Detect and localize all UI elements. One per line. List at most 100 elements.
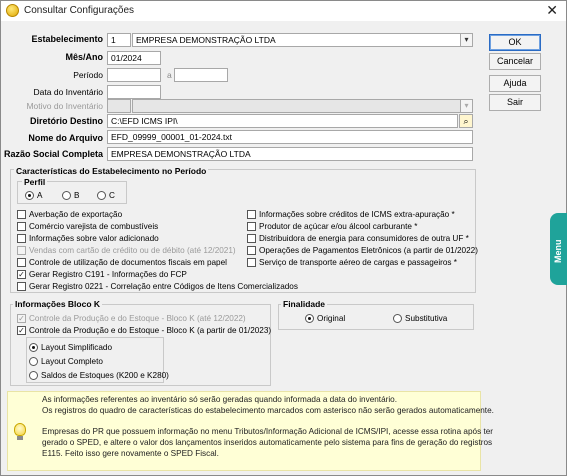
finalidade-title: Finalidade [281, 299, 328, 309]
periodo-label: Período [73, 70, 103, 80]
checkbox-icon [247, 210, 256, 219]
periodo-to-field[interactable] [174, 68, 228, 82]
estabelecimento-label: Estabelecimento [31, 34, 103, 44]
checkmark-icon: ✓ [17, 314, 26, 323]
radio-selected-icon [29, 343, 38, 352]
checkbox-label: Serviço de transporte aéreo de cargas e … [259, 258, 457, 267]
checkmark-icon: ✓ [17, 326, 26, 335]
checkbox-label: Informações sobre valor adicionado [29, 234, 159, 243]
radio-finalidade-original[interactable]: Original [305, 313, 345, 324]
razao-social-field[interactable]: EMPRESA DEMONSTRAÇÃO LTDA [107, 147, 473, 161]
checkbox-icon [17, 282, 26, 291]
ajuda-button[interactable]: Ajuda [489, 75, 541, 92]
estabelecimento-code-field[interactable]: 1 [107, 33, 131, 47]
info-line-1: As informações referentes ao inventário … [42, 395, 398, 404]
radio-label: Saldos de Estoques (K200 e K280) [41, 371, 169, 380]
data-inventario-field[interactable] [107, 85, 161, 99]
radio-unselected-icon [393, 314, 402, 323]
lightbulb-base [17, 436, 23, 440]
radio-layout-simplificado[interactable]: Layout Simplificado [29, 342, 112, 353]
radio-unselected-icon [29, 371, 38, 380]
radio-saldos-estoques[interactable]: Saldos de Estoques (K200 e K280) [29, 370, 169, 381]
app-coin-icon [6, 4, 19, 17]
perfil-label: Perfil [22, 177, 48, 187]
nome-arquivo-field[interactable]: EFD_09999_00001_01-2024.txt [107, 130, 473, 144]
close-icon[interactable]: ✕ [546, 2, 558, 18]
periodo-from-field[interactable] [107, 68, 161, 82]
info-line-2: Os registros do quadro de característica… [42, 406, 494, 415]
checkbox-label: Gerar Registro C191 - Informações do FCP [29, 270, 187, 279]
checkbox-label: Controle da Produção e do Estoque - Bloc… [29, 326, 272, 335]
window-title: Consultar Configurações [24, 5, 135, 16]
mes-ano-field[interactable]: 01/2024 [107, 51, 161, 65]
checkbox-icon [247, 222, 256, 231]
radio-unselected-icon [62, 191, 71, 200]
checkbox-registro-c191[interactable]: ✓ Gerar Registro C191 - Informações do FC… [17, 269, 187, 280]
radio-label: Substitutiva [405, 314, 448, 323]
radio-selected-icon [305, 314, 314, 323]
radio-finalidade-substitutiva[interactable]: Substitutiva [393, 313, 447, 324]
chevron-down-icon[interactable]: ▾ [460, 33, 473, 47]
checkbox-icon [247, 246, 256, 255]
checkbox-label: Comércio varejista de combustíveis [29, 222, 159, 231]
checkbox-bloco-k-ate-2022: ✓ Controle da Produção e do Estoque - Blo… [17, 313, 246, 324]
diretorio-destino-field[interactable]: C:\EFD ICMS IPI\ [107, 114, 458, 128]
radio-label: Layout Completo [41, 357, 103, 366]
estabelecimento-select[interactable]: EMPRESA DEMONSTRAÇÃO LTDA [132, 33, 461, 47]
checkbox-icon [247, 234, 256, 243]
checkbox-icon [17, 258, 26, 267]
checkbox-comercio-combustiveis[interactable]: Comércio varejista de combustíveis [17, 221, 158, 232]
side-menu-label: Menu [553, 239, 563, 264]
info-line-4: gerado o SPED, e altere o valor dos lanç… [42, 438, 493, 447]
checkbox-label: Controle de utilização de documentos fis… [29, 258, 227, 267]
checkbox-transporte-aereo[interactable]: Serviço de transporte aéreo de cargas e … [247, 257, 457, 268]
checkbox-registro-0221[interactable]: Gerar Registro 0221 - Correlação entre C… [17, 281, 298, 292]
dialog-window: Consultar Configurações ✕ Estabeleciment… [0, 0, 567, 476]
checkbox-icon [17, 234, 26, 243]
checkbox-bloco-k-2023[interactable]: ✓ Controle da Produção e do Estoque - Blo… [17, 325, 271, 336]
chevron-down-icon: ▾ [460, 99, 473, 113]
checkbox-pagamentos-eletronicos[interactable]: Operações de Pagamentos Eletrônicos (a p… [247, 245, 478, 256]
radio-label: Original [317, 314, 346, 323]
title-bar: Consultar Configurações ✕ [1, 1, 566, 21]
checkbox-label: Distribuidora de energia para consumidor… [259, 234, 469, 243]
perfil-option-label: C [109, 191, 115, 200]
checkbox-icon [17, 222, 26, 231]
checkbox-label: Gerar Registro 0221 - Correlação entre C… [29, 282, 298, 291]
side-menu-tab[interactable]: Menu [550, 213, 567, 285]
checkbox-averbacao-exportacao[interactable]: Averbação de exportação [17, 209, 122, 220]
radio-unselected-icon [29, 357, 38, 366]
radio-layout-completo[interactable]: Layout Completo [29, 356, 103, 367]
checkbox-documentos-papel[interactable]: Controle de utilização de documentos fis… [17, 257, 227, 268]
sair-button[interactable]: Sair [489, 94, 541, 111]
info-line-5: E115. Feito isso gere novamente o SPED F… [42, 449, 219, 458]
checkbox-label: Operações de Pagamentos Eletrônicos (a p… [259, 246, 478, 255]
motivo-inventario-code-field [107, 99, 131, 113]
perfil-radio-b[interactable]: B [62, 190, 79, 201]
radio-label: Layout Simplificado [41, 343, 112, 352]
ok-button[interactable]: OK [489, 34, 541, 51]
caracteristicas-title: Características do Estabelecimento no Pe… [14, 166, 209, 176]
diretorio-destino-label: Diretório Destino [29, 116, 103, 126]
motivo-inventario-select [132, 99, 461, 113]
perfil-radio-a[interactable]: A [25, 190, 42, 201]
checkbox-label: Averbação de exportação [29, 210, 123, 219]
razao-social-label: Razão Social Completa [3, 149, 103, 159]
radio-selected-icon [25, 191, 34, 200]
perfil-radio-c[interactable]: C [97, 190, 115, 201]
checkbox-icon [17, 210, 26, 219]
mes-ano-label: Mês/Ano [65, 52, 103, 62]
checkbox-label: Informações sobre créditos de ICMS extra… [259, 210, 455, 219]
checkbox-creditos-icms[interactable]: Informações sobre créditos de ICMS extra… [247, 209, 455, 220]
folder-search-icon[interactable]: ⌕ [459, 114, 473, 128]
perfil-option-label: B [74, 191, 80, 200]
checkbox-produtor-acucar[interactable]: Produtor de açúcar e/ou álcool carburant… [247, 221, 417, 232]
perfil-option-label: A [37, 191, 43, 200]
lightbulb-icon [14, 423, 26, 436]
checkbox-distribuidora-energia[interactable]: Distribuidora de energia para consumidor… [247, 233, 469, 244]
checkbox-vendas-cartao: Vendas com cartão de crédito ou de débit… [17, 245, 236, 256]
checkbox-label: Produtor de açúcar e/ou álcool carburant… [259, 222, 418, 231]
cancelar-button[interactable]: Cancelar [489, 53, 541, 70]
checkbox-icon [17, 246, 26, 255]
checkbox-valor-adicionado[interactable]: Informações sobre valor adicionado [17, 233, 159, 244]
